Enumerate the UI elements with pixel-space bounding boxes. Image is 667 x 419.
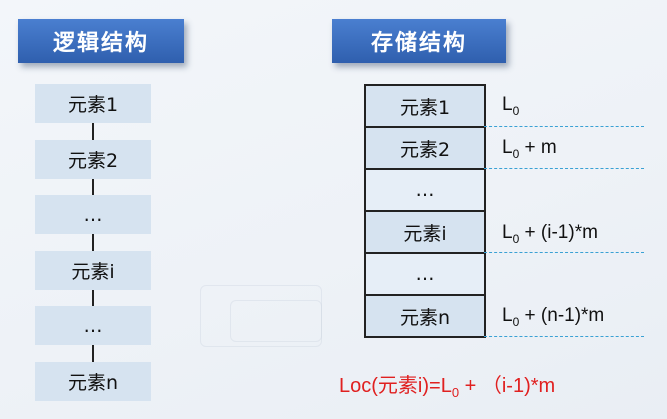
connector-line bbox=[92, 345, 94, 362]
logical-element: 元素i bbox=[35, 251, 151, 290]
storage-cell: … bbox=[366, 170, 484, 212]
address-label: L0 + m bbox=[502, 137, 557, 161]
connector-line bbox=[92, 290, 94, 307]
dashed-separator bbox=[484, 168, 644, 169]
address-label: L0 bbox=[502, 94, 520, 118]
storage-cell: … bbox=[366, 254, 484, 296]
address-label: L0 + (n-1)*m bbox=[502, 305, 605, 329]
logical-element: … bbox=[35, 306, 151, 345]
background-decoration bbox=[230, 300, 322, 342]
logical-structure-title: 逻辑结构 bbox=[18, 19, 184, 63]
logical-element: 元素2 bbox=[35, 140, 151, 179]
storage-cell: 元素2 bbox=[366, 128, 484, 170]
address-formula: Loc(元素i)=L0 + （i-1)*m bbox=[339, 375, 556, 400]
connector-line bbox=[92, 179, 94, 196]
dashed-separator bbox=[484, 336, 644, 337]
storage-cell: 元素i bbox=[366, 212, 484, 254]
dashed-separator bbox=[484, 126, 644, 127]
storage-cell: 元素n bbox=[366, 296, 484, 338]
storage-structure: 元素1 元素2 … 元素i … 元素n bbox=[364, 84, 486, 338]
storage-cell: 元素1 bbox=[366, 86, 484, 128]
connector-line bbox=[92, 234, 94, 251]
dashed-separator bbox=[484, 252, 644, 253]
connector-line bbox=[92, 123, 94, 140]
storage-structure-title: 存储结构 bbox=[332, 19, 506, 63]
logical-element: 元素1 bbox=[35, 84, 151, 123]
address-label: L0 + (i-1)*m bbox=[502, 222, 598, 246]
logical-element: 元素n bbox=[35, 362, 151, 401]
logical-element: … bbox=[35, 195, 151, 234]
